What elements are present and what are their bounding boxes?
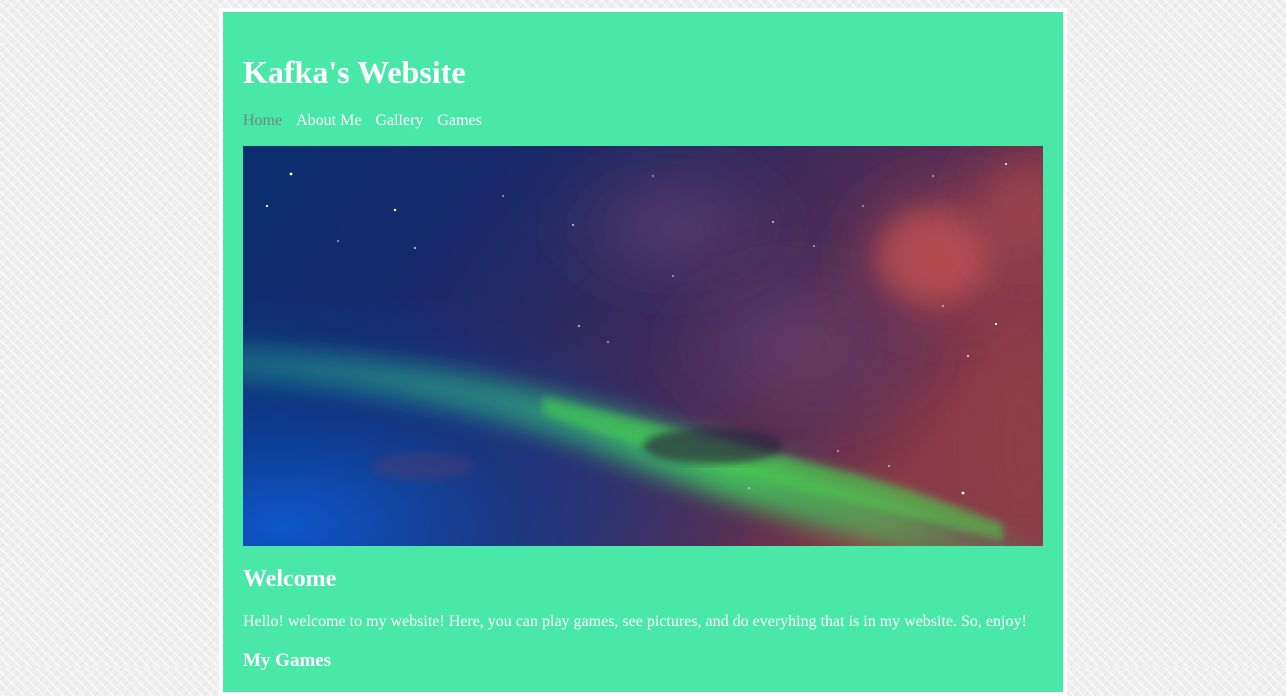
site-title: Kafka's Website [243,54,466,90]
nav-games-link[interactable]: Games [437,111,481,131]
intro-paragraph: Hello! welcome to my website! Here, you … [243,613,1027,630]
nav-gallery-link[interactable]: Gallery [375,111,423,131]
nav-home-link[interactable]: Home [243,111,282,131]
nav-about-me-link[interactable]: About Me [296,111,361,131]
main-nav: Home About Me Gallery Games [243,111,482,131]
welcome-heading: Welcome [243,566,337,592]
main-container: Kafka's Website Home About Me Gallery Ga… [219,8,1067,696]
my-games-heading: My Games [243,650,332,671]
hero-aurora-image [243,146,1043,546]
